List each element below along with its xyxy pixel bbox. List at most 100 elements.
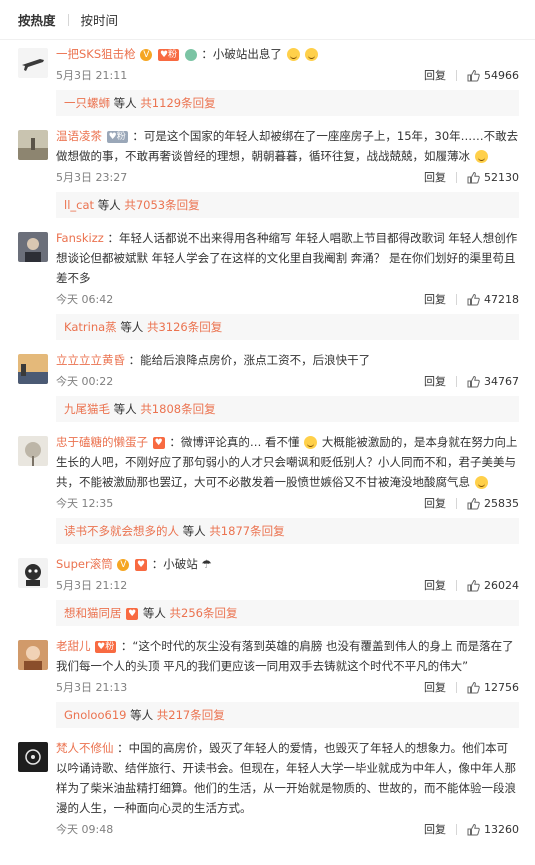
avatar[interactable]: [18, 640, 48, 670]
comment-username[interactable]: 忠于磕糖的懒蛋子: [56, 435, 148, 449]
avatar[interactable]: [18, 232, 48, 262]
reply-button[interactable]: 回复: [424, 679, 446, 695]
comment-item: 一把SKS狙击枪 V ♥粉 ：小破站出息了 5月3日 21:11 回复 5496…: [0, 40, 535, 86]
like-button[interactable]: 52130: [467, 171, 519, 184]
laugh-emoji-icon: [474, 476, 488, 489]
fan-badge-icon: ♥: [152, 436, 165, 449]
avatar[interactable]: [18, 436, 48, 466]
cat-emoji-icon: [305, 48, 319, 61]
sub-reply-username[interactable]: 一只螺蛳: [64, 96, 110, 110]
like-button[interactable]: 34767: [467, 375, 519, 388]
sub-reply-username[interactable]: 想和猫同居: [64, 606, 122, 620]
like-button[interactable]: 12756: [467, 681, 519, 694]
avatar[interactable]: [18, 48, 48, 78]
reply-button[interactable]: 回复: [424, 169, 446, 185]
thumbs-up-icon: [467, 69, 480, 81]
like-button[interactable]: 47218: [467, 293, 519, 306]
others-label: 等人: [142, 606, 166, 620]
comment-content-part1: ：微博评论真的… 看不懂: [169, 435, 300, 449]
comment-meta: 5月3日 21:12 回复 26024: [56, 574, 519, 596]
view-replies-link[interactable]: 共1808条回复: [140, 402, 215, 416]
reply-button[interactable]: 回复: [424, 577, 446, 593]
divider: [456, 293, 457, 305]
comment-time: 今天 00:22: [56, 375, 114, 388]
view-replies-link[interactable]: 共3126条回复: [147, 320, 222, 334]
avatar[interactable]: [18, 354, 48, 384]
avatar[interactable]: [18, 742, 48, 772]
like-button[interactable]: 26024: [467, 579, 519, 592]
reply-button[interactable]: 回复: [424, 495, 446, 511]
reply-button[interactable]: 回复: [424, 291, 446, 307]
comment-meta: 今天 00:22 回复 34767: [56, 370, 519, 392]
tab-sort-by-hot[interactable]: 按热度: [18, 10, 56, 29]
sub-reply-summary: Katrina蒸 等人 共3126条回复: [56, 314, 519, 340]
divider: [456, 823, 457, 835]
view-replies-link[interactable]: 共7053条回复: [124, 198, 199, 212]
sub-reply-summary: Gnoloo619 等人 共217条回复: [56, 702, 519, 728]
divider: [456, 497, 457, 509]
reply-button[interactable]: 回复: [424, 373, 446, 389]
comment-username[interactable]: 老甜儿: [56, 639, 91, 653]
fan-badge-icon: ♥: [126, 607, 139, 620]
verified-icon: V: [117, 558, 130, 571]
tab-sort-by-time[interactable]: 按时间: [81, 10, 119, 29]
tab-divider: [67, 13, 69, 26]
comment-time: 今天 09:48: [56, 823, 114, 836]
others-label: 等人: [120, 320, 144, 334]
view-replies-link[interactable]: 共256条回复: [170, 606, 238, 620]
sub-reply-username[interactable]: 九尾猫毛: [64, 402, 110, 416]
sub-reply-username[interactable]: Katrina蒸: [64, 320, 117, 334]
divider: [456, 579, 457, 591]
others-label: 等人: [182, 524, 206, 538]
comment-time: 5月3日 21:13: [56, 681, 128, 694]
thumbs-up-icon: [467, 293, 480, 305]
view-replies-link[interactable]: 共217条回复: [157, 708, 225, 722]
comment-text: 老甜儿 ♥粉 ：“这个时代的灰尘没有落到英雄的肩膀 也没有覆盖到伟人的身上 而是…: [56, 632, 519, 676]
fan-badge-icon: ♥粉: [106, 130, 128, 143]
like-button[interactable]: 25835: [467, 497, 519, 510]
comment-username[interactable]: Fanskizz: [56, 231, 104, 245]
like-button[interactable]: 13260: [467, 823, 519, 836]
comment-content: ：年轻人话都说不出来得用各种缩写 年轻人唱歌上节目都得改歌词 年轻人想创作想谈论…: [56, 231, 518, 285]
comment-username[interactable]: Super滚筒: [56, 557, 113, 571]
reply-button[interactable]: 回复: [424, 821, 446, 837]
shield-icon: [184, 48, 197, 61]
others-label: 等人: [130, 708, 154, 722]
avatar[interactable]: [18, 130, 48, 160]
sub-reply-summary: 读书不多就会想多的人 等人 共1877条回复: [56, 518, 519, 544]
comment-text: 一把SKS狙击枪 V ♥粉 ：小破站出息了: [56, 40, 519, 64]
comment-text: 温语凌茶 ♥粉 ：可是这个国家的年轻人却被绑在了一座座房子上，15年，30年………: [56, 122, 519, 166]
comment-username[interactable]: 立立立立黄昏: [56, 353, 125, 367]
comment-time: 今天 12:35: [56, 497, 114, 510]
others-label: 等人: [113, 402, 137, 416]
thumbs-up-icon: [467, 497, 480, 509]
sub-reply-username[interactable]: 读书不多就会想多的人: [64, 524, 179, 538]
view-replies-link[interactable]: 共1877条回复: [209, 524, 284, 538]
comment-meta: 今天 12:35 回复 25835: [56, 492, 519, 514]
divider: [456, 69, 457, 81]
fan-badge-icon: ♥: [135, 558, 148, 571]
comment-item: 温语凌茶 ♥粉 ：可是这个国家的年轻人却被绑在了一座座房子上，15年，30年………: [0, 122, 535, 188]
reply-button[interactable]: 回复: [424, 67, 446, 83]
comment-content: ：“这个时代的灰尘没有落到英雄的肩膀 也没有覆盖到伟人的身上 而是落在了我们每一…: [56, 639, 514, 673]
comment-username[interactable]: 梵人不修仙: [56, 741, 114, 755]
fan-badge-icon: ♥粉: [157, 48, 180, 61]
comment-content: ：小破站出息了: [201, 47, 282, 61]
sub-reply-summary: ll_cat 等人 共7053条回复: [56, 192, 519, 218]
comment-username[interactable]: 一把SKS狙击枪: [56, 47, 136, 61]
comment-text: Super滚筒 V ♥ ：小破站 ☂: [56, 550, 519, 574]
sub-reply-summary: 九尾猫毛 等人 共1808条回复: [56, 396, 519, 422]
like-button[interactable]: 54966: [467, 69, 519, 82]
sub-reply-username[interactable]: ll_cat: [64, 198, 94, 212]
confused-emoji-icon: [304, 436, 318, 449]
avatar[interactable]: [18, 558, 48, 588]
like-count: 34767: [484, 374, 519, 388]
comment-username[interactable]: 温语凌茶: [56, 129, 102, 143]
comment-time: 5月3日 23:27: [56, 171, 128, 184]
view-replies-link[interactable]: 共1129条回复: [140, 96, 215, 110]
comment-time: 5月3日 21:11: [56, 69, 128, 82]
others-label: 等人: [113, 96, 137, 110]
sub-reply-username[interactable]: Gnoloo619: [64, 708, 126, 722]
sub-reply-summary: 一只螺蛳 等人 共1129条回复: [56, 90, 519, 116]
fan-badge-icon: ♥粉: [95, 640, 117, 653]
